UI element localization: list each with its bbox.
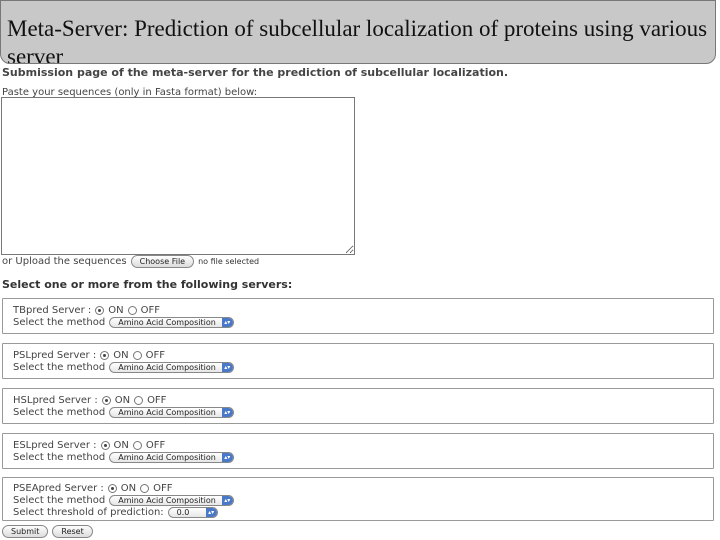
server-name: PSLpred Server : (13, 350, 97, 361)
server-name: TBpred Server : (13, 305, 92, 316)
method-select-value: Amino Acid Composition (118, 318, 216, 327)
method-label: Select the method (13, 495, 106, 506)
server-box-tbpred: TBpred Server : ON OFF Select the method… (2, 298, 714, 334)
off-radio[interactable] (134, 396, 144, 405)
server-name: PSEApred Server : (13, 483, 104, 494)
method-select[interactable]: Amino Acid Composition ▴▾ (109, 452, 234, 463)
on-radio[interactable] (100, 351, 110, 360)
page-title: Meta-Server: Prediction of subcellular l… (0, 0, 716, 64)
upload-row: or Upload the sequences Choose File no f… (2, 255, 259, 268)
file-status: no file selected (198, 257, 260, 266)
off-label: OFF (153, 483, 173, 494)
on-label: ON (114, 395, 131, 406)
select-arrows-icon: ▴▾ (205, 508, 217, 517)
method-label: Select the method (13, 362, 106, 373)
off-label: OFF (145, 440, 166, 451)
select-arrows-icon: ▴▾ (221, 363, 233, 372)
select-arrows-icon: ▴▾ (221, 453, 233, 462)
on-label: ON (113, 440, 129, 451)
select-arrows-icon: ▴▾ (221, 408, 233, 417)
server-box-hslpred: HSLpred Server : ON OFF Select the metho… (2, 388, 714, 424)
on-label: ON (120, 483, 137, 494)
method-select-value: Amino Acid Composition (118, 408, 216, 417)
off-radio[interactable] (127, 306, 137, 315)
off-label: OFF (140, 305, 160, 316)
method-select[interactable]: Amino Acid Composition ▴▾ (109, 362, 234, 373)
server-box-eslpred: ESLpred Server : ON OFF Select the metho… (2, 433, 714, 469)
method-select[interactable]: Amino Acid Composition ▴▾ (109, 317, 234, 328)
on-label: ON (113, 350, 129, 361)
off-label: OFF (147, 395, 167, 406)
threshold-select[interactable]: 0.0 ▴▾ (167, 507, 218, 518)
method-select[interactable]: Amino Acid Composition ▴▾ (109, 495, 234, 506)
method-label: Select the method (13, 407, 106, 418)
select-servers-heading: Select one or more from the following se… (2, 278, 293, 291)
select-arrows-icon: ▴▾ (221, 318, 233, 327)
on-radio[interactable] (100, 441, 110, 450)
method-select-value: Amino Acid Composition (118, 363, 216, 372)
reset-button[interactable]: Reset (52, 525, 93, 538)
on-label: ON (108, 305, 124, 316)
on-radio[interactable] (95, 306, 105, 315)
server-box-pseapred: PSEApred Server : ON OFF Select the meth… (2, 477, 714, 521)
submit-button[interactable]: Submit (2, 525, 49, 538)
sequence-textarea[interactable] (1, 97, 355, 255)
choose-file-button[interactable]: Choose File (130, 255, 195, 268)
upload-label: or Upload the sequences (2, 256, 127, 267)
server-box-pslpred: PSLpred Server : ON OFF Select the metho… (2, 343, 714, 379)
on-radio[interactable] (101, 396, 111, 405)
on-radio[interactable] (107, 484, 117, 493)
select-arrows-icon: ▴▾ (221, 496, 233, 505)
method-select-value: Amino Acid Composition (118, 496, 216, 505)
threshold-select-value: 0.0 (176, 508, 190, 517)
method-select[interactable]: Amino Acid Composition ▴▾ (109, 407, 234, 418)
off-radio[interactable] (140, 484, 150, 493)
method-label: Select the method (13, 317, 106, 328)
page-subtitle: Submission page of the meta-server for t… (2, 66, 509, 79)
method-label: Select the method (13, 452, 106, 463)
method-select-value: Amino Acid Composition (118, 453, 216, 462)
server-name: HSLpred Server : (13, 395, 98, 406)
threshold-label: Select threshold of prediction: (13, 507, 164, 518)
server-name: ESLpred Server : (13, 440, 97, 451)
off-radio[interactable] (132, 351, 142, 360)
off-radio[interactable] (132, 441, 142, 450)
form-actions: Submit Reset (2, 525, 93, 538)
off-label: OFF (145, 350, 165, 361)
